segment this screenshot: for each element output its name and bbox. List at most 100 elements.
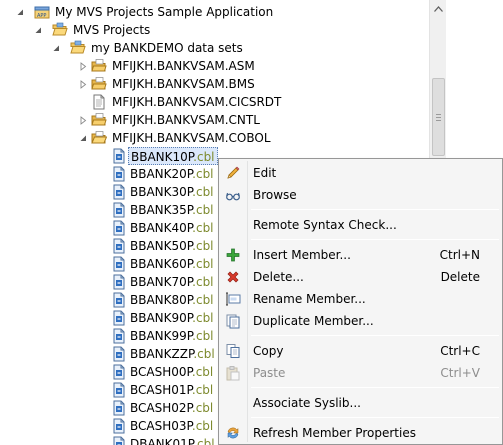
menu-item-edit[interactable]: Edit bbox=[221, 162, 500, 184]
menu-item-delete[interactable]: Delete... Delete bbox=[221, 266, 500, 288]
member-label: BBANK60P.cbl bbox=[128, 255, 216, 273]
member-label-text: BBANK10P bbox=[131, 150, 194, 164]
menu-item-insert-member[interactable]: Insert Member... Ctrl+N bbox=[221, 244, 500, 266]
scroll-thumb[interactable] bbox=[432, 78, 445, 156]
menu-item-paste[interactable]: Paste Ctrl+V bbox=[221, 362, 500, 384]
file-extension: .cbl bbox=[192, 167, 214, 181]
dataset-label-text: MFIJKH.BANKVSAM.CICSRDT bbox=[112, 95, 282, 109]
member-label-text: BBANK40P bbox=[130, 221, 193, 235]
member-label-text: BBANK60P bbox=[130, 257, 193, 271]
menu-item-remote-syntax-check[interactable]: Remote Syntax Check... bbox=[221, 214, 500, 236]
menu-item-label: Copy bbox=[253, 344, 284, 358]
menu-item-shortcut: Ctrl+N bbox=[439, 248, 480, 262]
member-label: BBANK70P.cbl bbox=[128, 273, 216, 291]
tree-project-label: MVS Projects bbox=[71, 21, 152, 39]
context-menu: Edit Browse Remote Syntax Check... Insert M… bbox=[218, 158, 503, 445]
cobol-member-icon bbox=[111, 328, 127, 344]
cobol-member-icon bbox=[111, 310, 127, 326]
cobol-member-icon bbox=[111, 256, 127, 272]
sequential-dataset-icon bbox=[91, 94, 107, 110]
collapse-arrow-icon[interactable] bbox=[51, 39, 60, 57]
tree-dataset-row[interactable]: MFIJKH.BANKVSAM.COBOL bbox=[0, 129, 429, 147]
menu-separator bbox=[251, 209, 499, 210]
menu-item-label: Remote Syntax Check... bbox=[253, 218, 397, 232]
collapse-arrow-icon[interactable] bbox=[78, 129, 87, 147]
dataset-label: MFIJKH.BANKVSAM.CNTL bbox=[110, 111, 262, 129]
member-label: BCASH03P.cbl bbox=[128, 417, 215, 435]
paste-icon bbox=[225, 365, 241, 381]
expand-arrow-icon[interactable] bbox=[78, 57, 87, 75]
collapse-arrow-icon[interactable] bbox=[15, 3, 24, 21]
menu-item-label: Rename Member... bbox=[253, 292, 366, 306]
cobol-member-icon bbox=[111, 238, 127, 254]
mvs-application-icon: APP bbox=[34, 4, 50, 20]
cobol-member-icon bbox=[111, 184, 127, 200]
project-folder-icon bbox=[52, 22, 68, 38]
menu-item-rename-member[interactable]: Rename Member... bbox=[221, 288, 500, 310]
member-label: BBANKZZP.cbl bbox=[128, 345, 217, 363]
tree-dataset-row[interactable]: MFIJKH.BANKVSAM.CICSRDT bbox=[0, 93, 429, 111]
file-extension: .cbl bbox=[193, 437, 215, 445]
file-extension: .cbl bbox=[191, 401, 214, 415]
menu-item-refresh-member-properties[interactable]: Refresh Member Properties bbox=[221, 422, 500, 444]
dataset-group-folder-icon bbox=[70, 40, 86, 56]
menu-item-blank-icon bbox=[225, 395, 241, 411]
tree-root-application[interactable]: APP My MVS Projects Sample Application bbox=[0, 3, 429, 21]
menu-separator bbox=[251, 417, 499, 418]
cobol-member-icon bbox=[111, 274, 127, 290]
tree-dataset-row[interactable]: MFIJKH.BANKVSAM.BMS bbox=[0, 75, 429, 93]
menu-item-label: Refresh Member Properties bbox=[253, 426, 416, 440]
menu-item-associate-syslib[interactable]: Associate Syslib... bbox=[221, 392, 500, 414]
partitioned-dataset-folder-icon bbox=[91, 76, 107, 92]
partitioned-dataset-folder-icon bbox=[91, 130, 107, 146]
member-label: BCASH00P.cbl bbox=[128, 363, 215, 381]
file-extension: .cbl bbox=[193, 150, 215, 164]
glasses-icon bbox=[225, 187, 241, 203]
dataset-label: MFIJKH.BANKVSAM.BMS bbox=[110, 75, 257, 93]
partitioned-dataset-folder-icon bbox=[91, 112, 107, 128]
member-label-text: DBANK01P bbox=[130, 437, 194, 445]
member-label-text: BCASH00P bbox=[130, 365, 192, 379]
menu-item-label: Browse bbox=[253, 188, 297, 202]
rename-icon bbox=[225, 291, 241, 307]
tree-node-dataset-group[interactable]: my BANKDEMO data sets bbox=[0, 39, 429, 57]
scroll-up-arrow-icon[interactable] bbox=[430, 0, 447, 17]
tree-node-mvs-projects[interactable]: MVS Projects bbox=[0, 21, 429, 39]
cobol-member-icon bbox=[111, 202, 127, 218]
expand-arrow-icon[interactable] bbox=[78, 75, 87, 93]
menu-separator bbox=[251, 239, 499, 240]
menu-item-label: Paste bbox=[253, 366, 286, 380]
pencil-icon bbox=[225, 165, 241, 181]
duplicate-icon bbox=[225, 313, 241, 329]
member-label-text: BBANK35P bbox=[130, 203, 193, 217]
member-label-text: BBANK90P bbox=[130, 311, 193, 325]
menu-item-label: Duplicate Member... bbox=[253, 314, 374, 328]
file-extension: .cbl bbox=[192, 185, 214, 199]
file-extension: .cbl bbox=[192, 257, 214, 271]
cobol-member-icon bbox=[111, 364, 127, 380]
collapse-arrow-icon[interactable] bbox=[33, 21, 42, 39]
member-label-text: BCASH01P bbox=[130, 383, 192, 397]
menu-separator bbox=[251, 387, 499, 388]
tree-dataset-row[interactable]: MFIJKH.BANKVSAM.CNTL bbox=[0, 111, 429, 129]
member-label: BBANK40P.cbl bbox=[128, 219, 216, 237]
file-extension: .cbl bbox=[191, 365, 214, 379]
file-extension: .cbl bbox=[191, 419, 214, 433]
menu-item-copy[interactable]: Copy Ctrl+C bbox=[221, 340, 500, 362]
expand-arrow-icon[interactable] bbox=[78, 111, 87, 129]
delete-x-icon bbox=[225, 269, 241, 285]
member-label-text: BBANK30P bbox=[130, 185, 193, 199]
member-label: BBANK99P.cbl bbox=[128, 327, 216, 345]
file-extension: .cbl bbox=[192, 293, 214, 307]
tree-dataset-row[interactable]: MFIJKH.BANKVSAM.ASM bbox=[0, 57, 429, 75]
cobol-member-icon bbox=[111, 220, 127, 236]
member-label-text: BBANK99P bbox=[130, 329, 193, 343]
tree-group-label-text: my BANKDEMO data sets bbox=[91, 41, 243, 55]
file-extension: .cbl bbox=[193, 347, 215, 361]
member-label-text: BCASH02P bbox=[130, 401, 192, 415]
file-extension: .cbl bbox=[192, 221, 214, 235]
file-extension: .cbl bbox=[192, 275, 214, 289]
menu-item-browse[interactable]: Browse bbox=[221, 184, 500, 206]
menu-item-duplicate-member[interactable]: Duplicate Member... bbox=[221, 310, 500, 332]
menu-item-shortcut: Ctrl+V bbox=[440, 366, 480, 380]
